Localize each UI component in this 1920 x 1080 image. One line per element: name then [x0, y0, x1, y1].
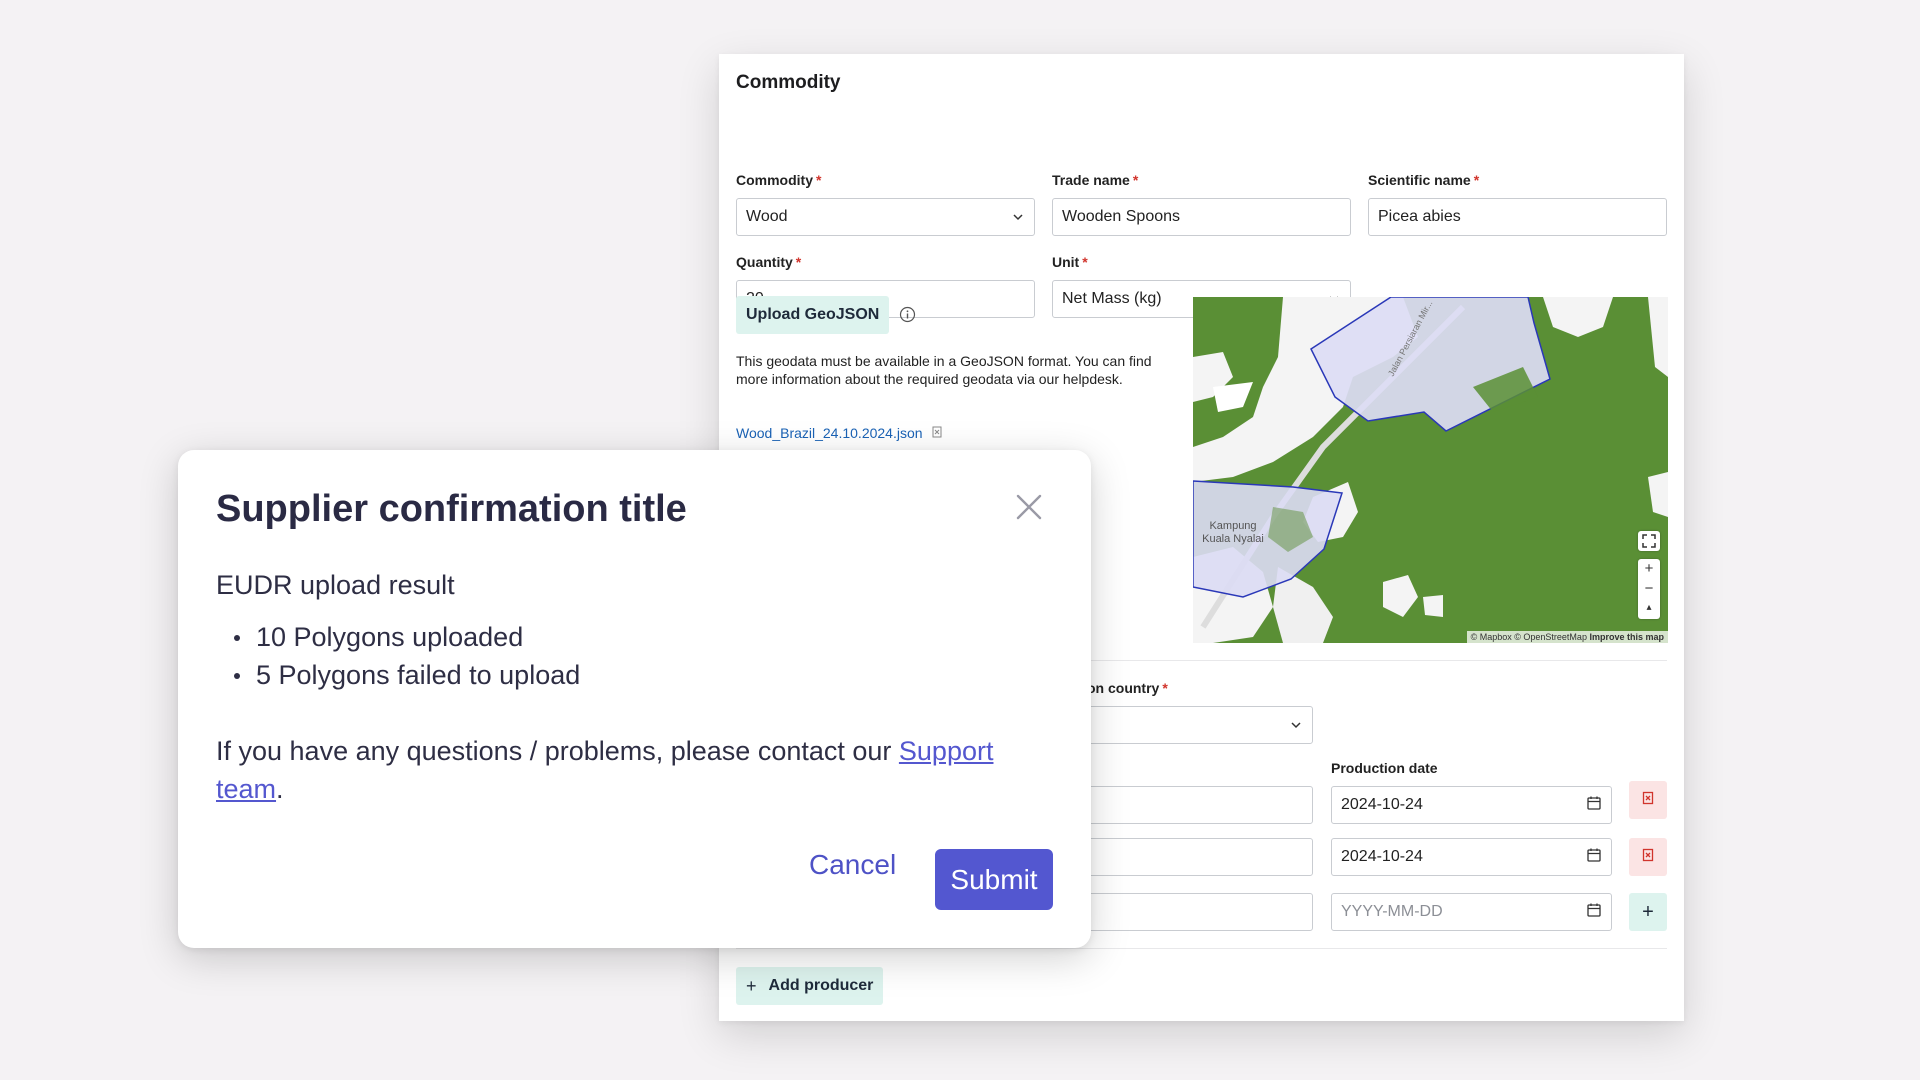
commodity-field: Commodity * Wood — [736, 172, 1035, 236]
chevron-down-icon — [1289, 718, 1303, 732]
add-row-button[interactable]: + — [1629, 893, 1667, 931]
uploaded-file: Wood_Brazil_24.10.2024.json — [736, 425, 942, 441]
uploaded-file-link[interactable]: Wood_Brazil_24.10.2024.json — [736, 425, 923, 441]
modal-title: Supplier confirmation title — [216, 488, 687, 530]
divider — [736, 948, 1667, 949]
map-attribution: © Mapbox © OpenStreetMap Improve this ma… — [1466, 631, 1668, 643]
map-place-label-2: Kuala Nyalai — [1202, 533, 1264, 545]
geojson-description: This geodata must be available in a GeoJ… — [736, 353, 1152, 387]
required-marker: * — [1082, 254, 1088, 270]
calendar-icon[interactable] — [1586, 795, 1602, 816]
improve-map-link[interactable]: Improve this map — [1589, 632, 1664, 642]
required-marker: * — [1473, 172, 1480, 188]
production-date-input-3[interactable]: YYYY-MM-DD — [1331, 893, 1612, 931]
calendar-icon[interactable] — [1586, 847, 1602, 868]
info-icon[interactable] — [899, 306, 916, 323]
production-country-label: on country — [1087, 680, 1160, 696]
section-title: Commodity — [736, 72, 841, 93]
close-icon[interactable] — [1014, 492, 1044, 522]
required-marker: * — [1162, 680, 1168, 696]
contact-text: If you have any questions / problems, pl… — [216, 732, 1036, 808]
commodity-value: Wood — [746, 208, 788, 225]
map-canvas: Jalan Persiaran Mir... Kampung Kuala Nya… — [1193, 297, 1668, 643]
scientific-name-value: Picea abies — [1378, 208, 1461, 225]
delete-file-icon[interactable] — [932, 425, 942, 441]
list-item: 5 Polygons failed to upload — [216, 656, 580, 694]
trade-name-value: Wooden Spoons — [1062, 208, 1181, 225]
production-date-field: Production date 2024-10-24 — [1331, 760, 1612, 824]
contact-message: If you have any questions / problems, pl… — [216, 736, 899, 766]
delete-row-button[interactable] — [1629, 781, 1667, 819]
unit-value: Net Mass (kg) — [1062, 290, 1162, 307]
production-date-label: Production date — [1331, 760, 1438, 776]
compass-button[interactable]: ▴ — [1646, 599, 1651, 617]
required-marker: * — [795, 254, 802, 270]
upload-geojson-button[interactable]: Upload GeoJSON — [736, 296, 890, 334]
chevron-down-icon — [1011, 210, 1025, 224]
map-zoom-controls: + − ▴ — [1638, 559, 1660, 619]
scientific-name-label: Scientific name — [1368, 172, 1471, 188]
supplier-confirmation-modal: Supplier confirmation title EUDR upload … — [178, 450, 1091, 948]
required-marker: * — [816, 172, 822, 188]
zoom-in-button[interactable]: + — [1645, 559, 1654, 579]
zoom-out-button[interactable]: − — [1645, 579, 1654, 599]
production-date-value: 2024-10-24 — [1341, 848, 1423, 865]
production-date-placeholder: YYYY-MM-DD — [1341, 903, 1443, 920]
map-attribution-text[interactable]: © Mapbox © OpenStreetMap — [1471, 632, 1587, 642]
commodity-select[interactable]: Wood — [736, 198, 1035, 236]
trade-name-label: Trade name — [1052, 172, 1130, 188]
production-date-input-2[interactable]: 2024-10-24 — [1331, 838, 1612, 876]
map-place-label-1: Kampung — [1209, 520, 1256, 532]
unit-label: Unit — [1052, 254, 1080, 270]
required-marker: * — [1132, 172, 1139, 188]
cancel-button[interactable]: Cancel — [809, 849, 896, 881]
scientific-name-input[interactable]: Picea abies — [1368, 198, 1667, 236]
plus-icon: + — [746, 975, 757, 996]
trash-icon — [1642, 791, 1654, 810]
scientific-name-field: Scientific name * Picea abies — [1368, 172, 1667, 236]
production-date-value: 2024-10-24 — [1341, 796, 1423, 813]
trade-name-field: Trade name * Wooden Spoons — [1052, 172, 1351, 236]
modal-subtitle: EUDR upload result — [216, 570, 455, 600]
list-item: 10 Polygons uploaded — [216, 618, 580, 656]
upload-results-list: 10 Polygons uploaded 5 Polygons failed t… — [216, 618, 580, 694]
production-date-input-1[interactable]: 2024-10-24 — [1331, 786, 1612, 824]
add-producer-label: Add producer — [768, 977, 874, 994]
trade-name-input[interactable]: Wooden Spoons — [1052, 198, 1351, 236]
contact-end: . — [276, 774, 284, 804]
quantity-label: Quantity — [736, 254, 793, 270]
fullscreen-icon[interactable] — [1638, 531, 1660, 551]
trash-icon — [1642, 848, 1654, 867]
delete-row-button[interactable] — [1629, 838, 1667, 876]
calendar-icon[interactable] — [1586, 902, 1602, 923]
commodity-label: Commodity — [736, 172, 813, 188]
add-producer-button[interactable]: + Add producer — [736, 967, 884, 1005]
geodata-map[interactable]: Jalan Persiaran Mir... Kampung Kuala Nya… — [1193, 297, 1668, 643]
submit-button[interactable]: Submit — [935, 849, 1053, 910]
